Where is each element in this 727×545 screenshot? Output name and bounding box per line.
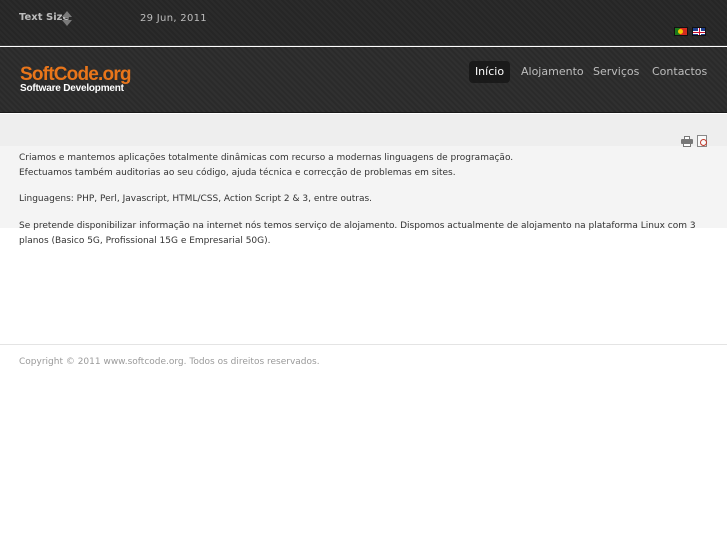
copyright-text: Copyright © 2011 www.softcode.org. Todos… (19, 357, 320, 367)
pdf-icon[interactable] (697, 135, 707, 147)
nav-servicos[interactable]: Serviços (593, 61, 639, 83)
nav-inicio[interactable]: Início (469, 61, 510, 83)
top-bar: Text Size 29 Jun, 2011 (0, 0, 727, 46)
intro-paragraph: Criamos e mantemos aplicações totalmente… (19, 151, 709, 181)
flag-cross-v (699, 28, 700, 35)
arrow-up-icon[interactable] (62, 11, 72, 17)
intro-line-1: Criamos e mantemos aplicações totalmente… (19, 153, 514, 163)
site-header: SoftCode.org Software Development Início… (0, 47, 727, 113)
intro-line-2: Efectuamos também auditorias ao seu códi… (19, 168, 456, 178)
current-date: 29 Jun, 2011 (140, 13, 207, 24)
arrow-down-icon[interactable] (62, 20, 72, 26)
content-toolbar (0, 114, 727, 146)
hosting-paragraph: Se pretende disponibilizar informação na… (19, 221, 696, 246)
flag-pt-icon[interactable] (674, 27, 688, 36)
print-icon[interactable] (681, 136, 693, 147)
text-size-arrows-icon[interactable] (62, 11, 72, 27)
print-tray (683, 143, 691, 147)
flag-en-icon[interactable] (692, 27, 706, 36)
nav-alojamento[interactable]: Alojamento (521, 61, 584, 83)
footer-divider (0, 344, 727, 345)
logo-subtitle: Software Development (20, 83, 124, 94)
nav-contactos[interactable]: Contactos (652, 61, 707, 83)
languages-paragraph: Linguagens: PHP, Perl, Javascript, HTML/… (19, 194, 373, 204)
